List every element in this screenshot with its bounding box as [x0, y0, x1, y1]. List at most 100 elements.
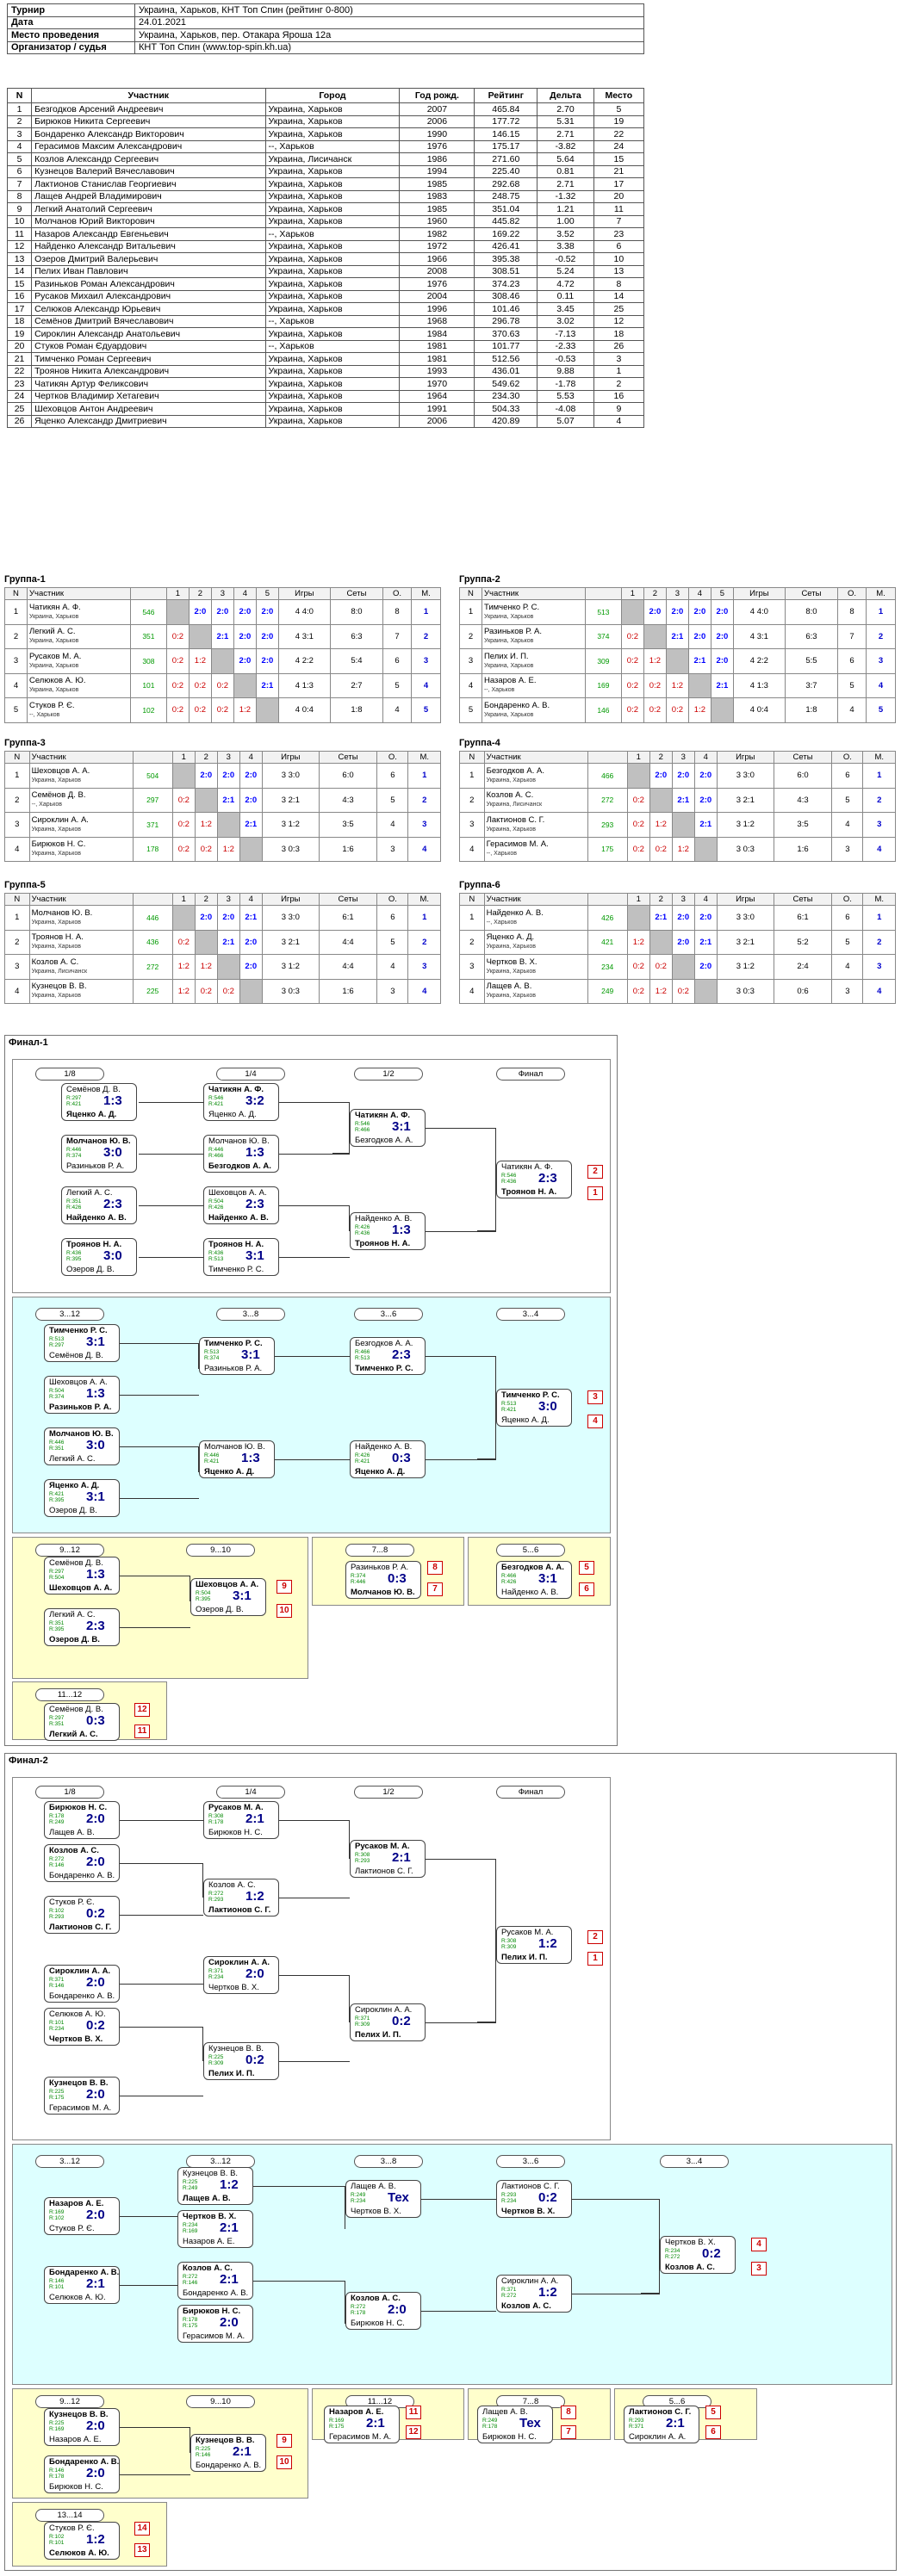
table-row: 10 Молчанов Юрий Викторович Украина, Харьк… [6, 214, 645, 228]
row-number: 2 [4, 623, 28, 649]
header-n: N [4, 751, 30, 764]
header-opponent: 3 [216, 751, 240, 764]
group-row: 5 Бондаренко А. В. Украина, Харьков 146 0:2 0… [459, 697, 897, 723]
round-header: 1/4 [216, 1068, 285, 1081]
row-number: 1 [459, 763, 485, 789]
table-cell: 1976 [399, 277, 475, 291]
match-score: 0:2 [86, 2018, 105, 2033]
player-2: Бирюков Н. С. [482, 2432, 537, 2442]
table-cell: 1994 [399, 164, 475, 178]
player-fullname: Козлов А. С. [486, 790, 534, 801]
self-cell [171, 763, 196, 789]
table-cell: 12 [593, 314, 645, 328]
rating-2: R:513 [208, 1256, 224, 1262]
table-cell: 18 [6, 314, 33, 328]
player-2: Пелих И. П. [501, 1953, 548, 1962]
table-cell: 23 [6, 377, 33, 391]
round-header: 9...10 [186, 2395, 255, 2408]
player-name: Лактионов С. Г. Украина, Харьков [483, 812, 588, 838]
row-number: 3 [4, 648, 28, 674]
table-cell: 7 [593, 214, 645, 228]
match-score: 2:1 [216, 787, 240, 813]
rating-1: R:351 [49, 1620, 65, 1626]
group-header-row: N Участник 1 2 3 4 Игры Сеты О. М. [459, 751, 896, 764]
bracket-line [279, 1154, 350, 1155]
player-location: Украина, Харьков [31, 944, 81, 951]
header-games: Игры [261, 751, 320, 764]
player-fullname: Чатикян А. Ф. [28, 602, 81, 612]
rating-2: R:351 [49, 1721, 65, 1727]
match-score: 1:2 [649, 812, 673, 838]
match-score: 0:2 [643, 672, 667, 698]
player-fullname: Сироклин А. А. [31, 814, 89, 825]
info-value: Украина, Харьков, пер. Отакара Яроша 12а [134, 28, 644, 42]
place: 1 [865, 599, 897, 625]
table-cell: -1.32 [537, 189, 594, 203]
match-score: 2:0 [388, 2302, 407, 2317]
place-badge: 8 [427, 1561, 443, 1575]
table-cell: Легкий Анатолий Сергеевич [31, 202, 266, 216]
round-header: 3...4 [660, 2155, 729, 2168]
header-rating [584, 587, 622, 600]
row-number: 4 [459, 978, 485, 1004]
match-score: 3:0 [103, 1248, 122, 1263]
bracket-match: Безгодков А. А. R:466 R:426 3:1 Найденко А. … [496, 1561, 572, 1599]
player-name: Селюков А. Ю. Украина, Харьков [26, 672, 131, 698]
match-score: 2:0 [710, 623, 734, 649]
games-played: 4 0:4 [732, 697, 786, 723]
player-rating: 513 [584, 599, 622, 625]
header-o: О. [376, 893, 409, 906]
match-score: 2:0 [233, 648, 257, 674]
match-score: 2:0 [710, 599, 734, 625]
rating-2: R:175 [329, 2424, 345, 2430]
bracket-match: Тимченко Р. С. R:513 R:374 3:1 Разиньков Р. … [199, 1337, 275, 1375]
table-cell: 3 [6, 127, 33, 141]
player-name: Русаков М. А. Украина, Харьков [26, 648, 131, 674]
player-2: Бирюков Н. С. [208, 1828, 263, 1837]
table-cell: 13 [593, 264, 645, 278]
self-cell [171, 905, 196, 931]
player-2: Лащев А. В. [49, 1828, 95, 1837]
header-opponent: 1 [171, 893, 196, 906]
table-cell: 9 [593, 402, 645, 416]
self-cell [239, 836, 263, 862]
place-badge: 2 [587, 1165, 603, 1179]
match-score: 2:0 [86, 2466, 105, 2480]
match-score: 0:2 [171, 836, 196, 862]
match-score: 2:0 [86, 2418, 105, 2433]
row-number: 4 [4, 836, 30, 862]
table-cell: 271.60 [474, 152, 538, 166]
player-fullname: Найденко А. В. [486, 907, 544, 918]
match-score: 2:0 [643, 599, 667, 625]
table-cell: 10 [6, 214, 33, 228]
place: 2 [865, 623, 897, 649]
table-cell: 25 [593, 302, 645, 316]
place: 4 [407, 978, 441, 1004]
table-cell: 4 [6, 139, 33, 153]
info-value: КНТ Топ Спин (www.top-spin.kh.ua) [134, 40, 644, 54]
match-score: 0:3 [86, 1713, 105, 1728]
rating-1: R:225 [49, 2089, 65, 2095]
round-header: 13...14 [35, 2509, 104, 2522]
points: 4 [831, 954, 864, 980]
table-cell: 25 [6, 402, 33, 416]
group-header-row: N Участник 1 2 3 4 5 Игры Сеты О. М. [4, 587, 442, 600]
header-opponent: 1 [620, 587, 644, 600]
bracket-match: Шеховцов А. А. R:504 R:395 3:1 Озеров Д. В. [190, 1578, 266, 1616]
row-number: 2 [459, 929, 485, 955]
table-cell: Сироклин Александр Анатольевич [31, 327, 266, 341]
player-name: Назаров А. Е. --, Харьков [481, 672, 586, 698]
group-row: 1 Безгодков А. А. Украина, Харьков 466 2:0 2:… [459, 763, 896, 789]
bracket-match: Русаков М. А. R:308 R:178 2:1 Бирюков Н. С. [203, 1801, 279, 1839]
header-n: N [459, 751, 485, 764]
row-number: 2 [4, 929, 30, 955]
sets: 1:6 [318, 836, 378, 862]
table-cell: 10 [593, 252, 645, 266]
points: 6 [376, 905, 409, 931]
rating-1: R:297 [49, 1569, 65, 1575]
rating-1: R:146 [49, 2278, 65, 2284]
player-name: Козлов А. С. Украина, Лисичанск [28, 954, 134, 980]
games-played: 3 3:0 [261, 763, 320, 789]
self-cell [210, 648, 234, 674]
player-fullname: Козлов А. С. [31, 957, 79, 967]
